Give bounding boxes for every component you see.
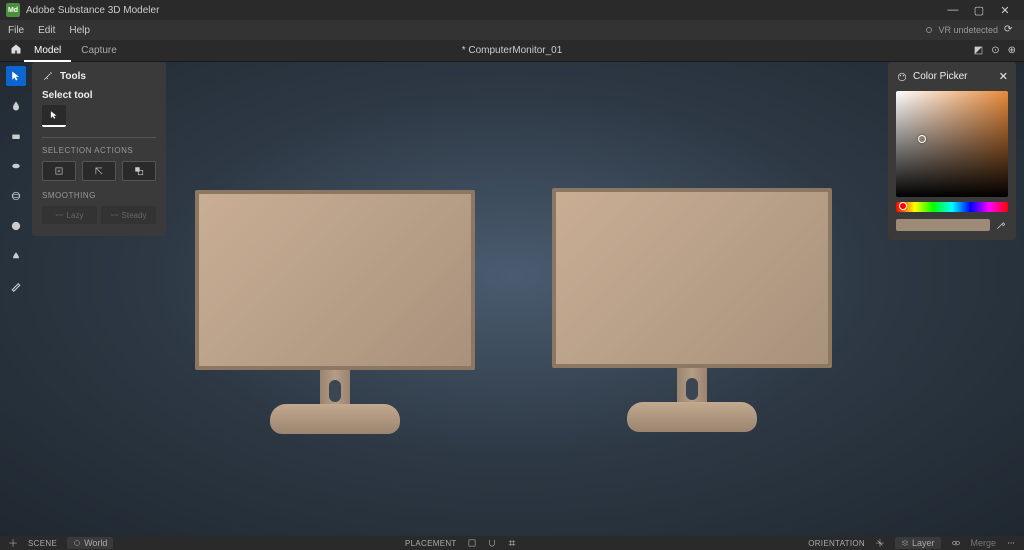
tools-panel: Tools Select tool SELECTION ACTIONS SMOO… bbox=[32, 62, 166, 236]
merge-label[interactable]: Merge bbox=[971, 538, 997, 548]
tools-panel-title: Tools bbox=[60, 71, 86, 82]
mode-toolbar: Model Capture * ComputerMonitor_01 ◩ ⊙ ⊕ bbox=[0, 40, 1024, 62]
cursor-icon bbox=[49, 110, 59, 120]
close-button[interactable]: ✕ bbox=[992, 4, 1018, 17]
world-selector[interactable]: World bbox=[67, 537, 113, 549]
snap-icon[interactable] bbox=[467, 538, 477, 548]
action-group[interactable] bbox=[42, 161, 76, 181]
maximize-button[interactable]: ▢ bbox=[966, 4, 992, 17]
vr-status-icon bbox=[926, 27, 932, 33]
eyedropper-button[interactable] bbox=[994, 218, 1008, 232]
tool-select[interactable] bbox=[6, 66, 26, 86]
paint-icon bbox=[10, 280, 22, 292]
cursor-icon bbox=[10, 70, 22, 82]
tool-clay[interactable] bbox=[6, 96, 26, 116]
menu-file[interactable]: File bbox=[8, 25, 24, 36]
color-picker-title: Color Picker bbox=[913, 71, 967, 82]
warp-icon bbox=[10, 220, 22, 232]
action-invert[interactable] bbox=[122, 161, 156, 181]
crease-icon bbox=[10, 250, 22, 262]
smoothing-label: SMOOTHING bbox=[42, 191, 156, 200]
current-color-swatch bbox=[896, 219, 990, 231]
magnet-icon[interactable] bbox=[487, 538, 497, 548]
app-logo-icon: Md bbox=[6, 3, 20, 17]
more-icon[interactable] bbox=[1006, 538, 1016, 548]
hue-slider[interactable] bbox=[896, 202, 1008, 212]
tab-model[interactable]: Model bbox=[24, 40, 71, 62]
axis-icon[interactable] bbox=[875, 538, 885, 548]
help-icon[interactable]: ⊙ bbox=[991, 45, 999, 56]
menu-help[interactable]: Help bbox=[69, 25, 90, 36]
vr-status-label: VR undetected bbox=[938, 25, 998, 35]
model-monitor-left bbox=[195, 190, 475, 460]
tab-capture[interactable]: Capture bbox=[71, 45, 127, 56]
select-tool-button[interactable] bbox=[42, 105, 66, 127]
sphere-icon bbox=[10, 190, 22, 202]
selection-actions-label: SELECTION ACTIONS bbox=[42, 146, 156, 155]
layer-selector[interactable]: Layer bbox=[895, 537, 941, 549]
deselect-icon bbox=[94, 166, 104, 176]
left-tool-strip bbox=[6, 66, 28, 296]
tool-erase[interactable] bbox=[6, 126, 26, 146]
smoothing-lazy-button: 〰Lazy bbox=[42, 206, 97, 224]
eraser-icon bbox=[10, 130, 22, 142]
share-icon[interactable]: ◩ bbox=[974, 45, 983, 56]
orientation-label: ORIENTATION bbox=[808, 539, 865, 548]
eyedropper-icon bbox=[995, 219, 1007, 231]
smoothing-steady-button: 〰Steady bbox=[101, 206, 156, 224]
tool-warp[interactable] bbox=[6, 216, 26, 236]
gizmo-icon[interactable] bbox=[8, 538, 18, 548]
color-gradient-field[interactable] bbox=[896, 91, 1008, 197]
placement-label: PLACEMENT bbox=[405, 539, 457, 548]
color-picker-panel: Color Picker ✕ bbox=[888, 62, 1016, 240]
document-title: * ComputerMonitor_01 bbox=[462, 45, 563, 56]
hue-cursor[interactable] bbox=[899, 202, 907, 210]
app-title: Adobe Substance 3D Modeler bbox=[26, 5, 159, 16]
grid-icon[interactable] bbox=[507, 538, 517, 548]
refresh-icon[interactable]: ⟳ bbox=[1004, 24, 1016, 36]
tool-crease[interactable] bbox=[6, 246, 26, 266]
settings-icon[interactable]: ⊕ bbox=[1008, 45, 1016, 56]
action-deselect[interactable] bbox=[82, 161, 116, 181]
layers-icon bbox=[901, 539, 909, 547]
menu-bar: File Edit Help VR undetected ⟳ bbox=[0, 20, 1024, 40]
menu-edit[interactable]: Edit bbox=[38, 25, 55, 36]
tool-smooth[interactable] bbox=[6, 156, 26, 176]
smooth-icon bbox=[10, 160, 22, 172]
model-monitor-right bbox=[552, 188, 832, 458]
minimize-button[interactable]: — bbox=[940, 4, 966, 16]
tools-icon bbox=[42, 70, 54, 82]
tool-sphere[interactable] bbox=[6, 186, 26, 206]
globe-icon bbox=[73, 539, 81, 547]
droplet-icon bbox=[10, 100, 22, 112]
title-bar: Md Adobe Substance 3D Modeler — ▢ ✕ bbox=[0, 0, 1024, 20]
tool-paint[interactable] bbox=[6, 276, 26, 296]
visibility-icon[interactable] bbox=[951, 538, 961, 548]
home-button[interactable] bbox=[8, 43, 24, 58]
select-tool-label: Select tool bbox=[42, 90, 156, 101]
palette-icon bbox=[896, 71, 908, 83]
group-icon bbox=[54, 166, 64, 176]
home-icon bbox=[10, 43, 22, 55]
scene-label: SCENE bbox=[28, 539, 57, 548]
color-picker-close-button[interactable]: ✕ bbox=[999, 70, 1008, 83]
status-bar: SCENE World PLACEMENT ORIENTATION Layer … bbox=[0, 536, 1024, 550]
invert-icon bbox=[134, 166, 144, 176]
color-cursor[interactable] bbox=[918, 135, 926, 143]
